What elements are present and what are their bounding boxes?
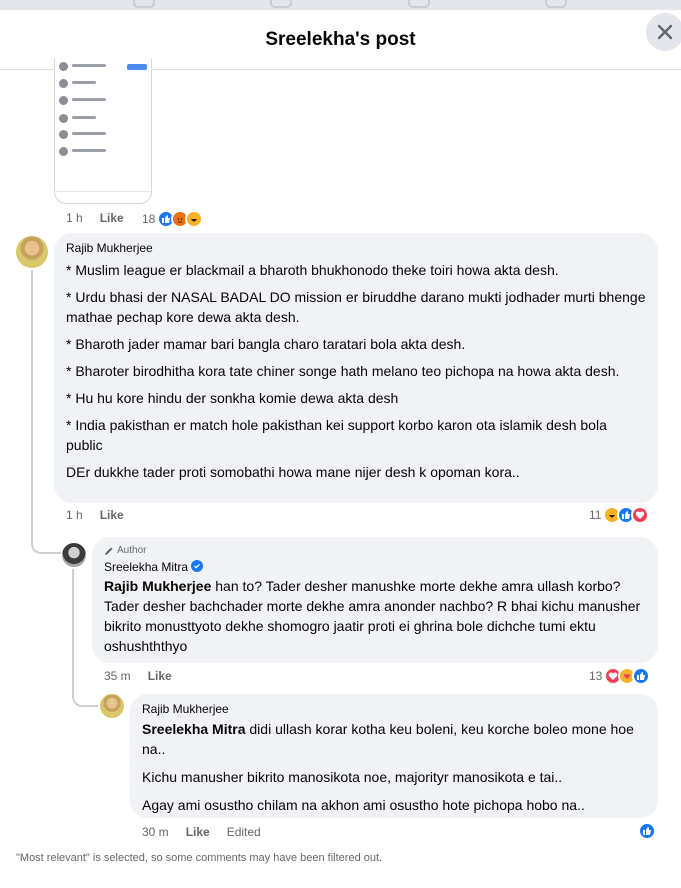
- reaction-count: 11: [589, 508, 602, 522]
- comment-author-row: Sreelekha Mitra: [104, 560, 646, 575]
- reaction-summary[interactable]: 18: [142, 210, 204, 228]
- mention-link[interactable]: Sreelekha Mitra: [142, 721, 246, 737]
- reaction-count: 13: [589, 669, 603, 683]
- prev-comment-meta: 1 h Like: [66, 211, 124, 225]
- like-button[interactable]: Like: [148, 669, 172, 683]
- like-button[interactable]: Like: [100, 508, 124, 522]
- reply-bubble: Rajib Mukherjee Sreelekha Mitra didi ull…: [130, 694, 658, 818]
- dialog-title: Sreelekha's post: [265, 29, 416, 50]
- reply-bubble: Author Sreelekha Mitra Rajib Mukherjee h…: [92, 537, 658, 663]
- comment-author[interactable]: Sreelekha Mitra: [104, 560, 188, 574]
- reaction-count: 18: [142, 212, 156, 226]
- like-icon: [638, 822, 656, 840]
- avatar[interactable]: [16, 236, 48, 268]
- close-button[interactable]: [646, 13, 681, 51]
- reply-meta: 35 m Like: [104, 669, 172, 683]
- pencil-icon: [105, 547, 113, 555]
- reaction-summary[interactable]: 11: [589, 506, 650, 524]
- camera-icon: [133, 0, 155, 8]
- comment-time[interactable]: 1 h: [66, 211, 83, 225]
- like-button[interactable]: Like: [186, 825, 210, 839]
- comment-author[interactable]: Rajib Mukherjee: [66, 241, 646, 256]
- comment-paragraph: DEr dukkhe tader proti somobathi howa ma…: [66, 464, 520, 480]
- like-icon: [632, 667, 651, 685]
- video-icon: [270, 0, 292, 8]
- comment-time[interactable]: 30 m: [142, 825, 169, 839]
- avatar[interactable]: [100, 694, 124, 718]
- reply-text: Rajib Mukherjee han to? Tader desher man…: [104, 576, 646, 656]
- screenshot-attachment[interactable]: [54, 58, 152, 204]
- reply-meta: 30 m Like Edited: [142, 825, 261, 839]
- post-dialog: Sreelekha's post 1 h Like 18 Rajib Mukhe…: [0, 0, 681, 888]
- comment-paragraph: * Bharoter birodhitha kora tate chiner s…: [66, 363, 620, 379]
- haha-icon: [185, 210, 204, 228]
- comment-paragraph: * India pakisthan er match hole pakistha…: [66, 417, 607, 453]
- comment-time[interactable]: 35 m: [104, 669, 131, 683]
- comment-author[interactable]: Rajib Mukherjee: [142, 702, 646, 717]
- comment-meta: 1 h Like: [66, 508, 124, 522]
- like-button[interactable]: Like: [100, 211, 124, 225]
- reaction-summary[interactable]: [638, 822, 656, 840]
- reaction-summary[interactable]: 13: [589, 667, 651, 685]
- reply-text: Sreelekha Mitra didi ullash korar kotha …: [142, 719, 646, 759]
- comment-paragraph: * Muslim league er blackmail a bharoth b…: [66, 262, 559, 278]
- verified-badge-icon: [191, 560, 204, 572]
- game-icon: [545, 0, 567, 8]
- mention-link[interactable]: Rajib Mukherjee: [104, 578, 211, 594]
- author-badge-label: Author: [117, 545, 147, 556]
- avatar[interactable]: [62, 543, 86, 567]
- comment-paragraph: Kichu manusher bikrito manosikota noe, m…: [142, 769, 563, 785]
- comment-paragraph: * Bharoth jader mamar bari bangla charo …: [66, 336, 466, 352]
- comment-paragraph: Agay ami osustho chilam na akhon ami osu…: [142, 797, 585, 813]
- comment-bubble: Rajib Mukherjee * Muslim league er black…: [54, 233, 658, 503]
- comment-paragraph: * Urdu bhasi der NASAL BADAL DO mission …: [66, 289, 646, 325]
- edited-label[interactable]: Edited: [227, 825, 261, 839]
- filter-notice: "Most relevant" is selected, so some com…: [16, 852, 383, 864]
- author-badge: Author: [104, 545, 646, 557]
- comment-paragraph: * Hu hu kore hindu der sonkha komie dewa…: [66, 390, 399, 406]
- close-icon: [657, 24, 673, 40]
- people-icon: [408, 0, 430, 8]
- comment-time[interactable]: 1 h: [66, 508, 83, 522]
- love-icon: [631, 506, 650, 524]
- background-toolbar: [0, 0, 681, 10]
